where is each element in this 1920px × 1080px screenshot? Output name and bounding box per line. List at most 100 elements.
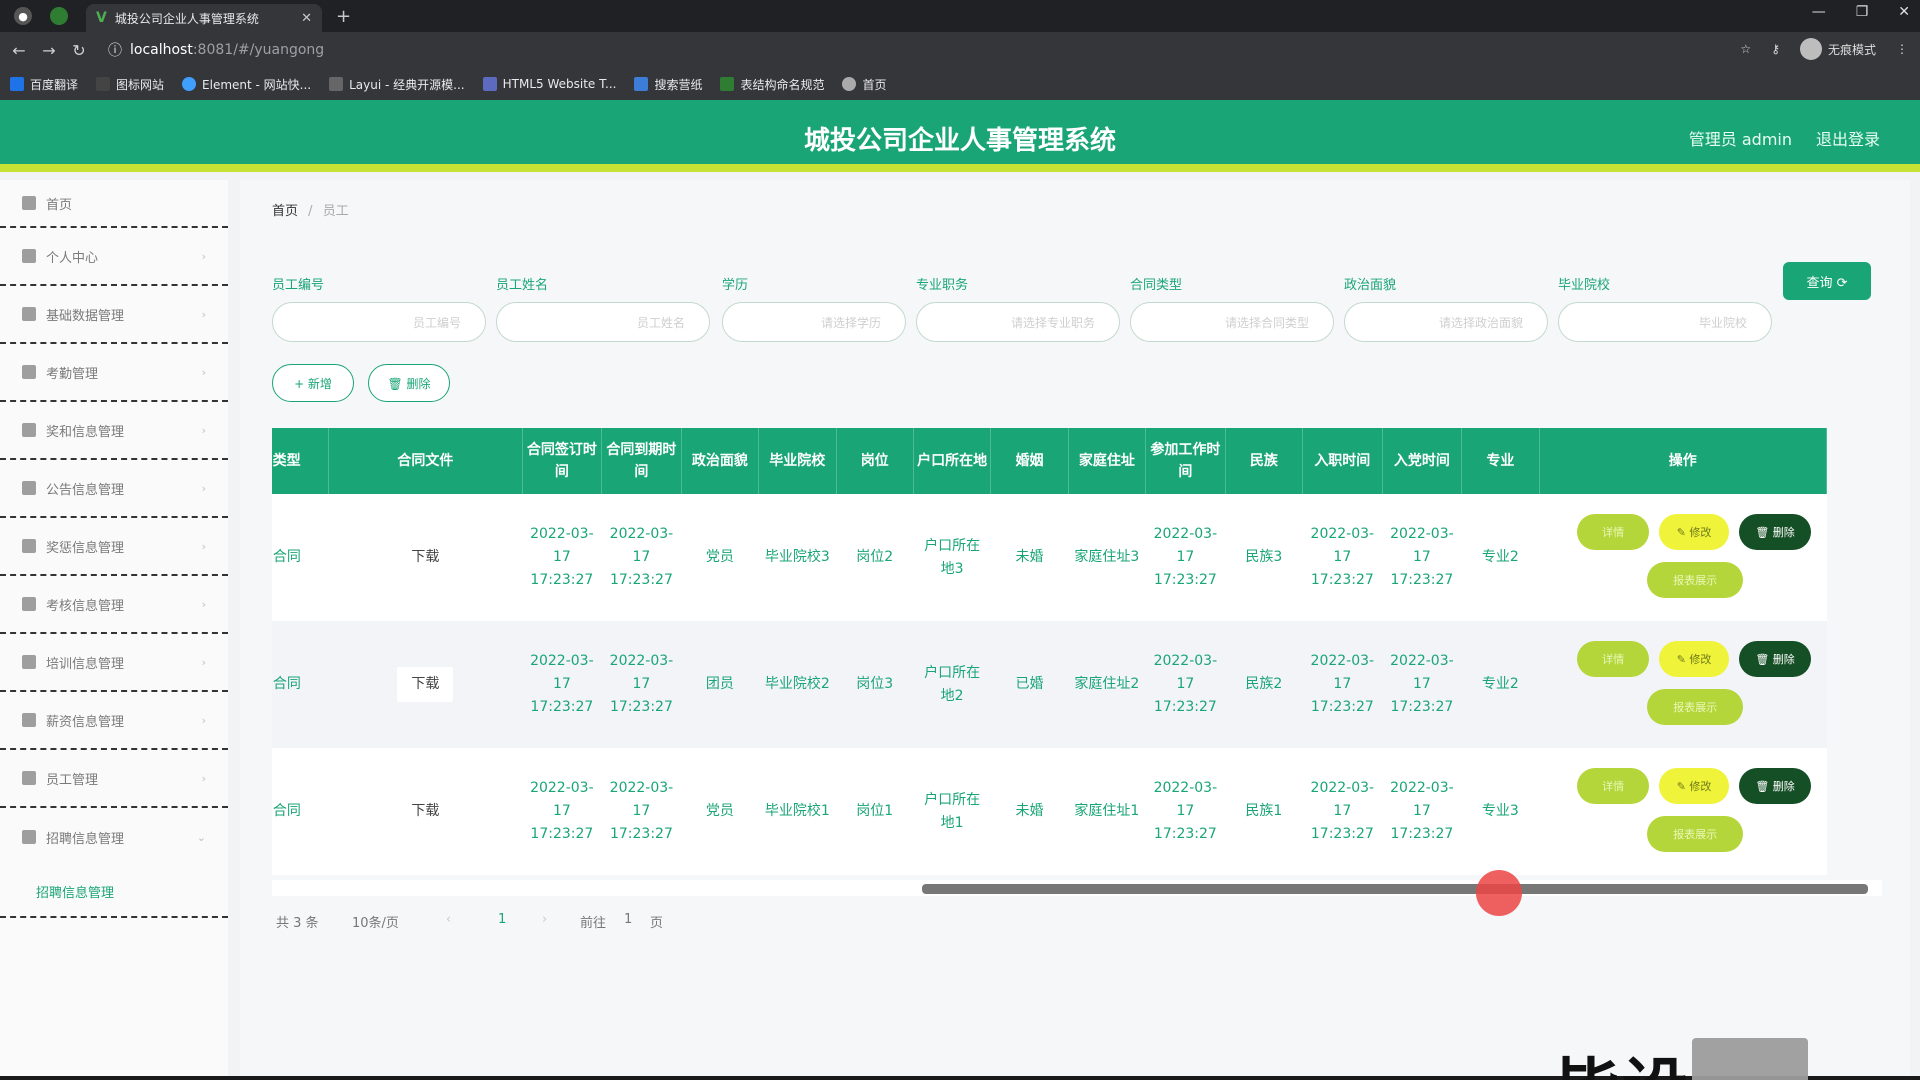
bookmark-label: Layui - 经典开源模... xyxy=(349,77,465,92)
sidebar-item-label: 考勤管理 xyxy=(46,366,99,382)
close-tab-icon[interactable]: ✕ xyxy=(301,11,312,26)
url-field[interactable]: ⓘ localhost:8081/#/yuangong xyxy=(108,40,324,60)
employee-name-input[interactable]: 员工姓名 xyxy=(496,302,710,342)
prev-page-icon[interactable]: ‹ xyxy=(446,912,451,927)
logout-link[interactable]: 退出登录 xyxy=(1816,126,1880,150)
menu-dots-icon[interactable]: ⋮ xyxy=(1896,42,1908,56)
bookmark-item[interactable]: 搜索营纸 xyxy=(634,76,702,93)
pager-size-select[interactable]: 10条/页 xyxy=(352,912,399,931)
browser-tab[interactable]: V 城投公司企业人事管理系统 ✕ xyxy=(86,4,322,32)
add-button[interactable]: + 新增 xyxy=(272,364,354,402)
political-status-select[interactable]: 请选择政治面貌 xyxy=(1344,302,1548,342)
key-icon[interactable]: ⚷ xyxy=(1771,42,1780,56)
sidebar-item-salary[interactable]: 薪资信息管理 › xyxy=(0,692,228,750)
col-hukou: 户口所在地 xyxy=(913,428,992,494)
bookmark-item[interactable]: HTML5 Website T... xyxy=(482,77,616,91)
incognito-badge[interactable]: 无痕模式 xyxy=(1799,38,1876,60)
horizontal-scrollbar[interactable] xyxy=(272,880,1882,896)
table-cell: 家庭住址1 xyxy=(1068,748,1146,875)
table-cell: 长期合同 xyxy=(272,621,329,748)
school-input[interactable]: 毕业院校 xyxy=(1558,302,1772,342)
report-button[interactable]: 报表展示 xyxy=(1647,816,1744,852)
position-select[interactable]: 请选择专业职务 xyxy=(916,302,1120,342)
sidebar-item-attendance[interactable]: 考勤管理 › xyxy=(0,344,228,402)
contract-type-select[interactable]: 请选择合同类型 xyxy=(1130,302,1334,342)
delete-button[interactable]: 🗑 删除 xyxy=(1739,514,1812,550)
download-link[interactable]: 下载 xyxy=(397,794,454,829)
sidebar-item-profile[interactable]: 个人中心 › xyxy=(0,228,228,286)
app-header: 城投公司企业人事管理系统 管理员 admin 退出登录 xyxy=(0,100,1920,172)
sidebar-item-label: 公告信息管理 xyxy=(46,482,125,498)
bookmark-item[interactable]: 百度翻译 xyxy=(10,76,78,93)
bookmark-item[interactable]: 图标网站 xyxy=(96,76,164,93)
pager-current-page[interactable]: 1 xyxy=(498,912,506,927)
bookmark-item[interactable]: 首页 xyxy=(842,76,887,93)
detail-button[interactable]: 详情 xyxy=(1577,768,1650,804)
restore-icon[interactable]: ❐ xyxy=(1856,4,1869,20)
sidebar-item-home[interactable]: 首页 xyxy=(0,180,228,228)
edit-button[interactable]: ✎ 修改 xyxy=(1659,768,1730,804)
table-row: 长期合同下载2022-03-17 17:23:272022-03-17 17:2… xyxy=(272,621,1827,748)
sidebar-item-reward[interactable]: 奖和信息管理 › xyxy=(0,402,228,460)
detail-button[interactable]: 详情 xyxy=(1577,514,1650,550)
chevron-right-icon: › xyxy=(201,597,206,611)
table-cell: 党员 xyxy=(681,494,759,621)
bookmark-item[interactable]: 表结构命名规范 xyxy=(720,76,824,93)
info-icon: ⓘ xyxy=(108,43,122,59)
reload-icon[interactable]: ↻ xyxy=(64,41,94,60)
bookmark-item[interactable]: Layui - 经典开源模... xyxy=(329,76,465,93)
employee-id-input[interactable]: 员工编号 xyxy=(272,302,486,342)
filter-label-school: 毕业院校 xyxy=(1558,278,1611,293)
sidebar-item-punish[interactable]: 奖惩信息管理 › xyxy=(0,518,228,576)
breadcrumb-home[interactable]: 首页 xyxy=(272,204,298,219)
delete-button[interactable]: 🗑 删除 xyxy=(1739,641,1812,677)
edit-button[interactable]: ✎ 修改 xyxy=(1659,514,1730,550)
sidebar-item-staff[interactable]: 员工管理 › xyxy=(0,750,228,808)
detail-button[interactable]: 详情 xyxy=(1577,641,1650,677)
download-link[interactable]: 下载 xyxy=(397,540,454,575)
star-icon[interactable]: ☆ xyxy=(1740,42,1751,56)
sidebar-item-assess[interactable]: 考核信息管理 › xyxy=(0,576,228,634)
watermark-blur xyxy=(1692,1038,1808,1080)
minimize-icon[interactable]: — xyxy=(1812,4,1826,20)
forward-icon[interactable]: → xyxy=(34,41,64,60)
pager-goto-input[interactable]: 1 xyxy=(624,912,632,927)
assess-icon xyxy=(22,597,36,611)
bookmark-icon xyxy=(720,77,735,91)
download-link[interactable]: 下载 xyxy=(397,667,454,702)
tab-title: 城投公司企业人事管理系统 xyxy=(114,11,259,26)
report-button[interactable]: 报表展示 xyxy=(1647,562,1744,598)
sidebar-item-training[interactable]: 培训信息管理 › xyxy=(0,634,228,692)
table-cell: 毕业院校1 xyxy=(758,748,836,875)
vue-icon: V xyxy=(96,10,107,26)
bookmark-icon xyxy=(96,77,111,91)
next-page-icon[interactable]: › xyxy=(542,912,547,927)
pager-total: 共 3 条 xyxy=(276,916,319,931)
chevron-right-icon: › xyxy=(201,481,206,495)
app-title: 城投公司企业人事管理系统 xyxy=(803,126,1116,156)
col-address: 家庭住址 xyxy=(1068,428,1147,494)
back-icon[interactable]: ← xyxy=(4,41,34,60)
education-select[interactable]: 请选择学历 xyxy=(722,302,906,342)
edit-button[interactable]: ✎ 修改 xyxy=(1659,641,1730,677)
table-cell: 2022-03-17 17:23:27 xyxy=(1145,748,1226,875)
batch-delete-button[interactable]: 🗑 删除 xyxy=(368,364,450,402)
delete-button[interactable]: 🗑 删除 xyxy=(1739,768,1812,804)
mouse-cursor-indicator xyxy=(1476,870,1522,916)
chevron-right-icon: › xyxy=(201,249,206,263)
breadcrumb-separator: / xyxy=(308,204,313,219)
chevron-right-icon: › xyxy=(201,307,206,321)
close-window-icon[interactable]: ✕ xyxy=(1898,4,1910,20)
new-tab-icon[interactable]: + xyxy=(336,6,351,27)
sidebar-item-recruit[interactable]: 招聘信息管理 ⌄ xyxy=(0,808,228,866)
breadcrumb: 首页 / 员工 xyxy=(272,200,349,219)
pager-unit: 页 xyxy=(650,916,664,931)
sidebar-item-notice[interactable]: 公告信息管理 › xyxy=(0,460,228,518)
report-button[interactable]: 报表展示 xyxy=(1647,689,1744,725)
scrollbar-thumb[interactable] xyxy=(922,884,1868,894)
url-path: :8081/#/yuangong xyxy=(192,42,325,58)
sidebar-item-basic-data[interactable]: 基础数据管理 › xyxy=(0,286,228,344)
bookmark-item[interactable]: Element - 网站快... xyxy=(182,76,311,93)
query-button[interactable]: 查询 ⟳ xyxy=(1783,262,1871,300)
sidebar-subitem-recruit[interactable]: 招聘信息管理 xyxy=(0,866,228,918)
